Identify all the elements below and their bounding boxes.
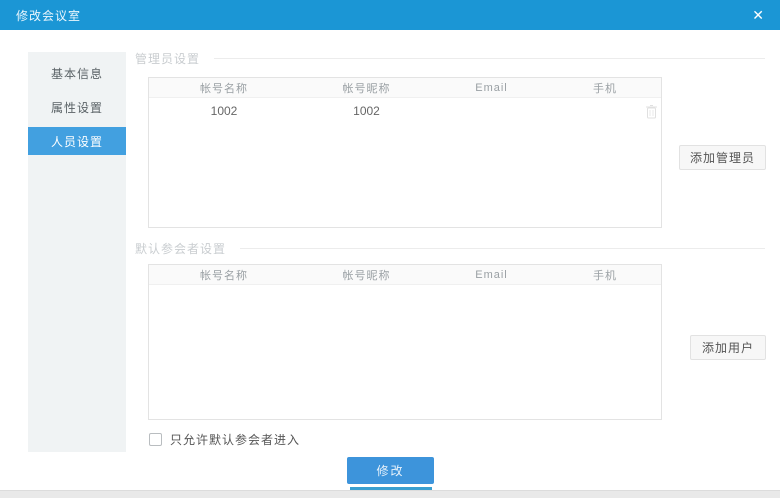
only-default-participants-option[interactable]: 只允许默认参会者进入 [149, 431, 300, 448]
add-admin-button[interactable]: 添加管理员 [679, 145, 766, 170]
sidebar-item-property-settings[interactable]: 属性设置 [28, 93, 126, 121]
column-email: Email [434, 269, 549, 281]
column-account-name: 帐号名称 [149, 267, 299, 283]
trash-icon[interactable] [645, 104, 658, 119]
participants-table: 帐号名称 帐号昵称 Email 手机 [148, 264, 662, 420]
cell-account: 1002 [149, 104, 299, 118]
participants-section-title: 默认参会者设置 [135, 240, 226, 257]
section-divider [240, 248, 765, 249]
participants-section-header: 默认参会者设置 [135, 240, 765, 257]
close-icon[interactable]: ✕ [752, 8, 764, 22]
participants-table-header: 帐号名称 帐号昵称 Email 手机 [149, 265, 661, 285]
admin-table: 帐号名称 帐号昵称 Email 手机 1002 1002 [148, 77, 662, 228]
admin-section-title: 管理员设置 [135, 50, 200, 67]
cell-nickname: 1002 [299, 104, 434, 118]
admin-section-header: 管理员设置 [135, 50, 765, 67]
dialog-title: 修改会议室 [16, 7, 81, 24]
column-account-nickname: 帐号昵称 [299, 80, 434, 96]
checkbox[interactable] [149, 433, 162, 446]
sidebar: 基本信息 属性设置 人员设置 [28, 52, 126, 452]
column-phone: 手机 [549, 80, 661, 96]
column-email: Email [434, 82, 549, 94]
column-account-nickname: 帐号昵称 [299, 267, 434, 283]
table-row[interactable]: 1002 1002 [149, 98, 661, 124]
checkbox-label: 只允许默认参会者进入 [170, 431, 300, 448]
dialog-titlebar: 修改会议室 ✕ [0, 0, 780, 30]
column-phone: 手机 [549, 267, 661, 283]
modify-button[interactable]: 修改 [347, 457, 434, 484]
sidebar-item-basic-info[interactable]: 基本信息 [28, 59, 126, 87]
sidebar-item-personnel-settings[interactable]: 人员设置 [28, 127, 126, 155]
column-account-name: 帐号名称 [149, 80, 299, 96]
admin-table-header: 帐号名称 帐号昵称 Email 手机 [149, 78, 661, 98]
add-user-button[interactable]: 添加用户 [690, 335, 766, 360]
section-divider [214, 58, 765, 59]
bottom-strip [0, 490, 780, 498]
